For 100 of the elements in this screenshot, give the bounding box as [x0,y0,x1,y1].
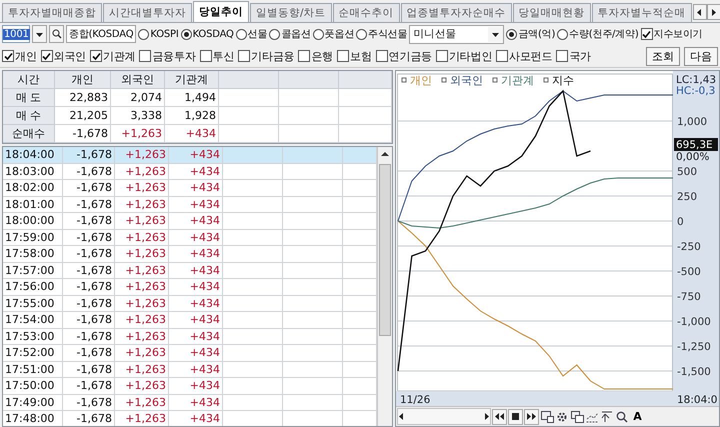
legend-label: 지수 [552,74,574,87]
hc-label: HC:-0,3 [676,85,716,97]
investor-checkbox[interactable]: 기타금융 [238,48,294,64]
table-cell: +434 [169,213,223,230]
investor-checkbox[interactable]: 기타법인 [436,48,492,64]
action-button[interactable]: 다음 [684,46,718,66]
tab[interactable]: 업종별투자자순매수 [400,3,512,22]
font-button[interactable]: A [630,408,645,425]
investor-checkbox[interactable]: 보험 [337,48,372,64]
investor-checkbox[interactable]: 국가 [556,48,591,64]
time-cell[interactable]: 17:53:00 [3,328,63,345]
tab[interactable]: 순매수추이 [332,3,400,22]
investor-checkbox[interactable]: 기관계 [90,48,136,64]
market-radio[interactable]: KOSDAQ [180,28,234,40]
time-cell[interactable]: 17:48:00 [3,411,63,426]
tab[interactable]: 투자자별누적순매 [592,3,692,22]
table-cell: +434 [169,246,223,262]
fast-forward-button[interactable] [524,408,539,425]
market-radio[interactable]: 주식선물 [356,27,408,41]
table-cell: +434 [169,196,223,213]
time-cell[interactable]: 17:56:00 [3,279,63,296]
time-cell[interactable]: 18:03:00 [3,164,63,180]
rewind-button[interactable] [492,408,507,425]
table-cell: +1,263 [115,362,169,378]
fast-forward-icon [527,413,536,420]
investor-checkbox[interactable]: 외국인 [40,48,86,64]
table-cell: -1,678 [63,362,115,378]
table-cell: -1,678 [63,180,115,196]
time-cell[interactable]: 17:50:00 [3,378,63,394]
time-cell[interactable]: 17:57:00 [3,262,63,279]
time-cell[interactable]: 17:52:00 [3,345,63,362]
table-cell: -1,678 [63,246,115,262]
gear-icon[interactable] [555,410,569,424]
right-arrow-icon [483,413,490,420]
market-radio[interactable]: KOSPI [138,28,179,40]
dropdown-button[interactable] [32,25,47,43]
tab[interactable]: 당일추이 [193,1,249,22]
time-cell[interactable]: 18:04:00 [3,147,63,164]
investor-checkbox[interactable]: 금융투자 [139,48,196,64]
action-button[interactable]: 조회 [646,46,680,66]
search-icon[interactable] [615,410,629,424]
search-button[interactable] [49,25,64,43]
lc-label: LC:1,43 [676,74,716,86]
cursor-icon[interactable] [600,410,614,424]
table-cell: +434 [169,394,223,411]
product-select[interactable]: 미니선물 [409,24,504,44]
market-radio[interactable]: 콜옵션 [269,27,311,41]
checkmark-icon [4,52,12,60]
investor-checkbox[interactable]: 투신 [200,48,234,64]
time-cell[interactable]: 18:02:00 [3,180,63,196]
column-header: 기관계 [165,71,219,89]
tab[interactable]: 일별동향/차트 [250,3,332,22]
time-cell[interactable]: 17:59:00 [3,230,63,246]
table-cell: +434 [169,164,223,180]
time-cell[interactable]: 17:49:00 [3,394,63,411]
scroll-up-icon[interactable] [381,150,389,158]
code-field[interactable]: 1001 [2,25,30,43]
table-cell: -1,678 [63,312,115,328]
caret-icon [36,30,43,38]
time-cell[interactable]: 18:01:00 [3,196,63,213]
tab[interactable]: 투자자별매매종합 [2,3,102,22]
market-radio[interactable]: 풋옵션 [312,27,354,41]
investor-checkbox[interactable]: 개인 [2,48,37,64]
time-cell[interactable]: 18:00:00 [3,213,63,230]
window-icon[interactable] [540,410,554,424]
table-cell: 21,205 [55,107,111,125]
time-cell[interactable]: 17:55:00 [3,296,63,312]
tab[interactable]: 시간대별투자자 [103,3,192,22]
copy-icon[interactable] [570,410,584,424]
stop-button[interactable] [508,408,523,425]
row-header: 매 수 [3,107,55,125]
checkmark-icon [92,52,101,60]
rewind-icon [495,413,504,420]
scroll-right-button[interactable] [706,4,720,20]
tab[interactable]: 당일매매현황 [512,3,591,22]
table-cell: -1,678 [63,296,115,312]
table-cell: -1,678 [63,262,115,279]
horizontal-scrollbar[interactable] [397,408,491,426]
investor-checkbox[interactable]: 사모펀드 [496,48,552,64]
table-cell: +1,263 [115,147,169,164]
investor-checkbox[interactable]: 은행 [298,48,334,64]
table-cell: +1,263 [115,196,169,213]
scroll-left-button[interactable] [692,4,707,20]
market-name-field[interactable]: 종합(KOSDAQ [66,25,136,43]
row-header: 순매수 [3,125,55,143]
time-cell[interactable]: 17:51:00 [3,362,63,378]
unit-radio[interactable]: 금액(억) [506,27,556,41]
time-cell[interactable]: 17:54:00 [3,312,63,328]
table-cell: -1,678 [63,164,115,180]
scrollbar-thumb[interactable] [379,164,391,336]
unit-radio[interactable]: 수량(천주/계약) [557,27,639,41]
show-index-checkbox[interactable]: 지수보이기 [640,27,703,41]
table-cell: 1,928 [165,107,219,125]
table-cell: +1,263 [115,279,169,296]
table-cell: +1,263 [111,125,165,143]
tick-label: -1,000 [677,316,711,328]
market-radio[interactable]: 선물 [236,27,268,41]
time-cell[interactable]: 17:58:00 [3,246,63,262]
table-cell: +434 [169,328,223,345]
investor-checkbox[interactable]: 연기금등 [376,48,432,64]
